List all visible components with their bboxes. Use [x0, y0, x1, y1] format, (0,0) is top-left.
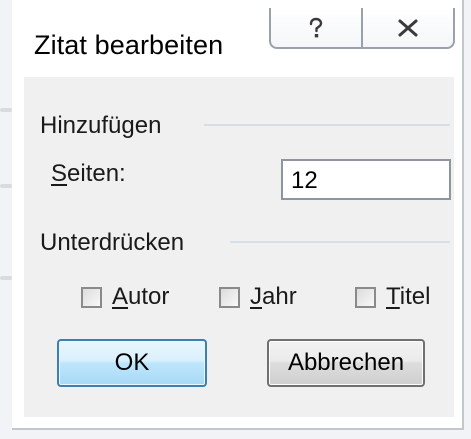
title-checkbox[interactable] [355, 286, 376, 308]
ok-button[interactable]: OK [57, 339, 207, 387]
dialog-title: Zitat bearbeiten [34, 30, 224, 60]
edit-citation-dialog: Zitat bearbeiten Hinzufügen Seiten: Unte… [12, 0, 464, 430]
author-checkbox[interactable] [81, 286, 102, 308]
pages-label-text: eiten: [67, 160, 126, 187]
title-label: Titel [386, 283, 431, 310]
add-group-label: Hinzufügen [40, 112, 162, 139]
author-checkbox-row[interactable]: Autor [81, 283, 169, 311]
pages-label: Seiten: [51, 160, 126, 188]
title-bar-buttons [269, 8, 455, 49]
close-button[interactable] [363, 8, 453, 47]
year-checkbox[interactable] [219, 286, 240, 308]
add-group-divider [204, 124, 450, 126]
title-checkbox-row[interactable]: Titel [355, 283, 430, 311]
cancel-button[interactable]: Abbrechen [267, 339, 425, 387]
help-button[interactable] [271, 8, 363, 47]
pages-input[interactable] [281, 159, 451, 200]
background-edge-mark [0, 184, 12, 188]
author-label: Autor [112, 283, 170, 310]
year-checkbox-row[interactable]: Jahr [219, 283, 297, 311]
dialog-content-panel: Hinzufügen Seiten: Unterdrücken Autor Ja… [24, 77, 454, 417]
suppress-group-label: Unterdrücken [40, 229, 185, 256]
suppress-group-divider [230, 241, 450, 243]
pages-label-accelerator: S [51, 160, 68, 187]
background-edge-mark [0, 276, 12, 280]
year-label: Jahr [250, 283, 297, 310]
close-icon [398, 19, 418, 36]
background-edge-mark [0, 108, 12, 112]
help-icon [309, 17, 323, 37]
